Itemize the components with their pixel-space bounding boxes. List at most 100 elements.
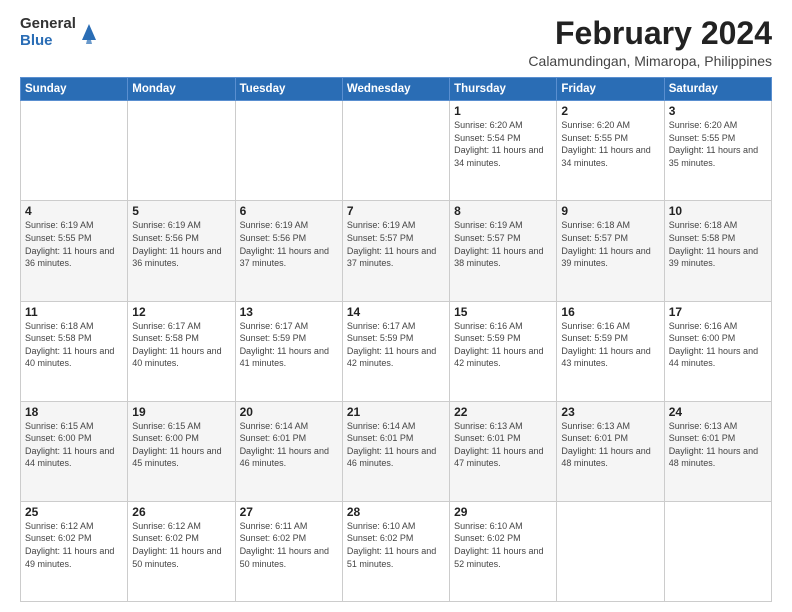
calendar-cell: 19Sunrise: 6:15 AM Sunset: 6:00 PM Dayli… bbox=[128, 401, 235, 501]
calendar-cell bbox=[21, 101, 128, 201]
calendar-cell: 7Sunrise: 6:19 AM Sunset: 5:57 PM Daylig… bbox=[342, 201, 449, 301]
calendar-cell bbox=[235, 101, 342, 201]
day-number: 6 bbox=[240, 204, 338, 218]
day-info: Sunrise: 6:13 AM Sunset: 6:01 PM Dayligh… bbox=[561, 420, 659, 470]
weekday-header: Friday bbox=[557, 78, 664, 101]
calendar-cell bbox=[128, 101, 235, 201]
calendar-week-row: 4Sunrise: 6:19 AM Sunset: 5:55 PM Daylig… bbox=[21, 201, 772, 301]
day-number: 17 bbox=[669, 305, 767, 319]
day-info: Sunrise: 6:12 AM Sunset: 6:02 PM Dayligh… bbox=[132, 520, 230, 570]
calendar-cell: 29Sunrise: 6:10 AM Sunset: 6:02 PM Dayli… bbox=[450, 501, 557, 601]
day-number: 7 bbox=[347, 204, 445, 218]
day-number: 26 bbox=[132, 505, 230, 519]
calendar-cell: 26Sunrise: 6:12 AM Sunset: 6:02 PM Dayli… bbox=[128, 501, 235, 601]
calendar-cell bbox=[664, 501, 771, 601]
title-block: February 2024 Calamundingan, Mimaropa, P… bbox=[528, 16, 772, 69]
calendar-cell: 10Sunrise: 6:18 AM Sunset: 5:58 PM Dayli… bbox=[664, 201, 771, 301]
logo-icon bbox=[80, 22, 98, 44]
calendar-cell: 9Sunrise: 6:18 AM Sunset: 5:57 PM Daylig… bbox=[557, 201, 664, 301]
day-info: Sunrise: 6:13 AM Sunset: 6:01 PM Dayligh… bbox=[669, 420, 767, 470]
calendar-header-row: SundayMondayTuesdayWednesdayThursdayFrid… bbox=[21, 78, 772, 101]
calendar-cell: 18Sunrise: 6:15 AM Sunset: 6:00 PM Dayli… bbox=[21, 401, 128, 501]
logo-general-text: General bbox=[20, 16, 76, 33]
calendar-cell: 12Sunrise: 6:17 AM Sunset: 5:58 PM Dayli… bbox=[128, 301, 235, 401]
day-info: Sunrise: 6:14 AM Sunset: 6:01 PM Dayligh… bbox=[347, 420, 445, 470]
day-number: 10 bbox=[669, 204, 767, 218]
day-number: 13 bbox=[240, 305, 338, 319]
day-number: 24 bbox=[669, 405, 767, 419]
day-info: Sunrise: 6:16 AM Sunset: 5:59 PM Dayligh… bbox=[454, 320, 552, 370]
day-number: 22 bbox=[454, 405, 552, 419]
calendar-cell: 16Sunrise: 6:16 AM Sunset: 5:59 PM Dayli… bbox=[557, 301, 664, 401]
day-info: Sunrise: 6:14 AM Sunset: 6:01 PM Dayligh… bbox=[240, 420, 338, 470]
calendar-cell: 24Sunrise: 6:13 AM Sunset: 6:01 PM Dayli… bbox=[664, 401, 771, 501]
day-info: Sunrise: 6:18 AM Sunset: 5:58 PM Dayligh… bbox=[669, 219, 767, 269]
calendar-cell: 3Sunrise: 6:20 AM Sunset: 5:55 PM Daylig… bbox=[664, 101, 771, 201]
day-info: Sunrise: 6:13 AM Sunset: 6:01 PM Dayligh… bbox=[454, 420, 552, 470]
day-number: 19 bbox=[132, 405, 230, 419]
day-info: Sunrise: 6:19 AM Sunset: 5:56 PM Dayligh… bbox=[132, 219, 230, 269]
day-number: 2 bbox=[561, 104, 659, 118]
calendar-cell: 25Sunrise: 6:12 AM Sunset: 6:02 PM Dayli… bbox=[21, 501, 128, 601]
day-info: Sunrise: 6:10 AM Sunset: 6:02 PM Dayligh… bbox=[454, 520, 552, 570]
day-number: 9 bbox=[561, 204, 659, 218]
day-info: Sunrise: 6:16 AM Sunset: 5:59 PM Dayligh… bbox=[561, 320, 659, 370]
day-number: 28 bbox=[347, 505, 445, 519]
calendar-week-row: 11Sunrise: 6:18 AM Sunset: 5:58 PM Dayli… bbox=[21, 301, 772, 401]
logo: General Blue bbox=[20, 16, 98, 49]
day-number: 12 bbox=[132, 305, 230, 319]
calendar-cell: 11Sunrise: 6:18 AM Sunset: 5:58 PM Dayli… bbox=[21, 301, 128, 401]
month-title: February 2024 bbox=[528, 16, 772, 51]
day-info: Sunrise: 6:12 AM Sunset: 6:02 PM Dayligh… bbox=[25, 520, 123, 570]
day-info: Sunrise: 6:10 AM Sunset: 6:02 PM Dayligh… bbox=[347, 520, 445, 570]
calendar-cell bbox=[557, 501, 664, 601]
calendar-table: SundayMondayTuesdayWednesdayThursdayFrid… bbox=[20, 77, 772, 602]
day-number: 16 bbox=[561, 305, 659, 319]
calendar-cell: 1Sunrise: 6:20 AM Sunset: 5:54 PM Daylig… bbox=[450, 101, 557, 201]
day-number: 5 bbox=[132, 204, 230, 218]
day-info: Sunrise: 6:15 AM Sunset: 6:00 PM Dayligh… bbox=[132, 420, 230, 470]
day-info: Sunrise: 6:19 AM Sunset: 5:55 PM Dayligh… bbox=[25, 219, 123, 269]
calendar-cell: 4Sunrise: 6:19 AM Sunset: 5:55 PM Daylig… bbox=[21, 201, 128, 301]
weekday-header: Tuesday bbox=[235, 78, 342, 101]
calendar-cell: 23Sunrise: 6:13 AM Sunset: 6:01 PM Dayli… bbox=[557, 401, 664, 501]
day-info: Sunrise: 6:17 AM Sunset: 5:58 PM Dayligh… bbox=[132, 320, 230, 370]
day-number: 14 bbox=[347, 305, 445, 319]
day-info: Sunrise: 6:19 AM Sunset: 5:57 PM Dayligh… bbox=[454, 219, 552, 269]
day-info: Sunrise: 6:18 AM Sunset: 5:57 PM Dayligh… bbox=[561, 219, 659, 269]
weekday-header: Sunday bbox=[21, 78, 128, 101]
calendar-cell: 21Sunrise: 6:14 AM Sunset: 6:01 PM Dayli… bbox=[342, 401, 449, 501]
calendar-cell: 6Sunrise: 6:19 AM Sunset: 5:56 PM Daylig… bbox=[235, 201, 342, 301]
location-title: Calamundingan, Mimaropa, Philippines bbox=[528, 53, 772, 69]
day-info: Sunrise: 6:11 AM Sunset: 6:02 PM Dayligh… bbox=[240, 520, 338, 570]
calendar-cell: 27Sunrise: 6:11 AM Sunset: 6:02 PM Dayli… bbox=[235, 501, 342, 601]
calendar-cell: 8Sunrise: 6:19 AM Sunset: 5:57 PM Daylig… bbox=[450, 201, 557, 301]
calendar-week-row: 25Sunrise: 6:12 AM Sunset: 6:02 PM Dayli… bbox=[21, 501, 772, 601]
calendar-cell: 15Sunrise: 6:16 AM Sunset: 5:59 PM Dayli… bbox=[450, 301, 557, 401]
calendar-week-row: 18Sunrise: 6:15 AM Sunset: 6:00 PM Dayli… bbox=[21, 401, 772, 501]
day-info: Sunrise: 6:17 AM Sunset: 5:59 PM Dayligh… bbox=[347, 320, 445, 370]
day-info: Sunrise: 6:20 AM Sunset: 5:55 PM Dayligh… bbox=[669, 119, 767, 169]
day-info: Sunrise: 6:17 AM Sunset: 5:59 PM Dayligh… bbox=[240, 320, 338, 370]
day-number: 1 bbox=[454, 104, 552, 118]
day-number: 21 bbox=[347, 405, 445, 419]
logo-blue-text: Blue bbox=[20, 33, 76, 50]
day-number: 23 bbox=[561, 405, 659, 419]
weekday-header: Monday bbox=[128, 78, 235, 101]
weekday-header: Thursday bbox=[450, 78, 557, 101]
day-number: 3 bbox=[669, 104, 767, 118]
day-number: 15 bbox=[454, 305, 552, 319]
calendar-cell: 28Sunrise: 6:10 AM Sunset: 6:02 PM Dayli… bbox=[342, 501, 449, 601]
calendar-cell: 22Sunrise: 6:13 AM Sunset: 6:01 PM Dayli… bbox=[450, 401, 557, 501]
day-number: 8 bbox=[454, 204, 552, 218]
calendar-cell: 13Sunrise: 6:17 AM Sunset: 5:59 PM Dayli… bbox=[235, 301, 342, 401]
day-number: 18 bbox=[25, 405, 123, 419]
day-info: Sunrise: 6:19 AM Sunset: 5:57 PM Dayligh… bbox=[347, 219, 445, 269]
calendar-cell bbox=[342, 101, 449, 201]
day-number: 25 bbox=[25, 505, 123, 519]
weekday-header: Wednesday bbox=[342, 78, 449, 101]
day-number: 27 bbox=[240, 505, 338, 519]
day-info: Sunrise: 6:15 AM Sunset: 6:00 PM Dayligh… bbox=[25, 420, 123, 470]
day-info: Sunrise: 6:18 AM Sunset: 5:58 PM Dayligh… bbox=[25, 320, 123, 370]
day-number: 20 bbox=[240, 405, 338, 419]
